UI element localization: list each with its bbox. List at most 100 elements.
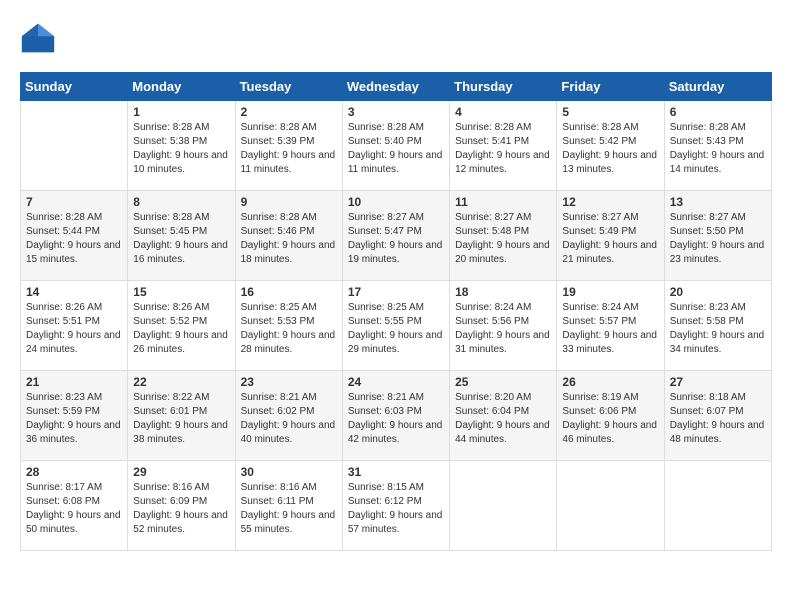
day-info: Sunrise: 8:24 AMSunset: 5:57 PMDaylight:…	[562, 301, 658, 357]
day-cell: 28 Sunrise: 8:17 AMSunset: 6:08 PMDaylig…	[21, 461, 128, 551]
day-cell: 18 Sunrise: 8:24 AMSunset: 5:56 PMDaylig…	[450, 281, 557, 371]
day-info: Sunrise: 8:28 AMSunset: 5:39 PMDaylight:…	[241, 121, 337, 177]
day-info: Sunrise: 8:28 AMSunset: 5:43 PMDaylight:…	[670, 121, 766, 177]
day-info: Sunrise: 8:28 AMSunset: 5:41 PMDaylight:…	[455, 121, 551, 177]
day-cell: 15 Sunrise: 8:26 AMSunset: 5:52 PMDaylig…	[128, 281, 235, 371]
day-cell: 27 Sunrise: 8:18 AMSunset: 6:07 PMDaylig…	[664, 371, 771, 461]
header-row: SundayMondayTuesdayWednesdayThursdayFrid…	[21, 73, 772, 101]
day-number: 14	[26, 285, 122, 299]
column-header-sunday: Sunday	[21, 73, 128, 101]
day-cell: 17 Sunrise: 8:25 AMSunset: 5:55 PMDaylig…	[342, 281, 449, 371]
day-cell: 26 Sunrise: 8:19 AMSunset: 6:06 PMDaylig…	[557, 371, 664, 461]
day-info: Sunrise: 8:22 AMSunset: 6:01 PMDaylight:…	[133, 391, 229, 447]
day-info: Sunrise: 8:23 AMSunset: 5:59 PMDaylight:…	[26, 391, 122, 447]
day-cell: 14 Sunrise: 8:26 AMSunset: 5:51 PMDaylig…	[21, 281, 128, 371]
column-header-tuesday: Tuesday	[235, 73, 342, 101]
day-number: 21	[26, 375, 122, 389]
day-info: Sunrise: 8:28 AMSunset: 5:45 PMDaylight:…	[133, 211, 229, 267]
day-number: 19	[562, 285, 658, 299]
day-cell: 4 Sunrise: 8:28 AMSunset: 5:41 PMDayligh…	[450, 101, 557, 191]
day-number: 5	[562, 105, 658, 119]
day-number: 9	[241, 195, 337, 209]
column-header-monday: Monday	[128, 73, 235, 101]
day-info: Sunrise: 8:21 AMSunset: 6:03 PMDaylight:…	[348, 391, 444, 447]
day-cell: 9 Sunrise: 8:28 AMSunset: 5:46 PMDayligh…	[235, 191, 342, 281]
week-row-2: 7 Sunrise: 8:28 AMSunset: 5:44 PMDayligh…	[21, 191, 772, 281]
day-cell: 5 Sunrise: 8:28 AMSunset: 5:42 PMDayligh…	[557, 101, 664, 191]
day-info: Sunrise: 8:25 AMSunset: 5:53 PMDaylight:…	[241, 301, 337, 357]
day-info: Sunrise: 8:25 AMSunset: 5:55 PMDaylight:…	[348, 301, 444, 357]
day-cell: 22 Sunrise: 8:22 AMSunset: 6:01 PMDaylig…	[128, 371, 235, 461]
column-header-thursday: Thursday	[450, 73, 557, 101]
day-info: Sunrise: 8:27 AMSunset: 5:47 PMDaylight:…	[348, 211, 444, 267]
day-number: 6	[670, 105, 766, 119]
day-info: Sunrise: 8:26 AMSunset: 5:52 PMDaylight:…	[133, 301, 229, 357]
day-number: 28	[26, 465, 122, 479]
week-row-1: 1 Sunrise: 8:28 AMSunset: 5:38 PMDayligh…	[21, 101, 772, 191]
column-header-wednesday: Wednesday	[342, 73, 449, 101]
day-number: 13	[670, 195, 766, 209]
week-row-5: 28 Sunrise: 8:17 AMSunset: 6:08 PMDaylig…	[21, 461, 772, 551]
day-info: Sunrise: 8:18 AMSunset: 6:07 PMDaylight:…	[670, 391, 766, 447]
column-header-saturday: Saturday	[664, 73, 771, 101]
day-number: 24	[348, 375, 444, 389]
day-number: 3	[348, 105, 444, 119]
week-row-3: 14 Sunrise: 8:26 AMSunset: 5:51 PMDaylig…	[21, 281, 772, 371]
day-number: 10	[348, 195, 444, 209]
day-info: Sunrise: 8:23 AMSunset: 5:58 PMDaylight:…	[670, 301, 766, 357]
day-number: 11	[455, 195, 551, 209]
day-info: Sunrise: 8:27 AMSunset: 5:49 PMDaylight:…	[562, 211, 658, 267]
week-row-4: 21 Sunrise: 8:23 AMSunset: 5:59 PMDaylig…	[21, 371, 772, 461]
day-info: Sunrise: 8:28 AMSunset: 5:38 PMDaylight:…	[133, 121, 229, 177]
day-number: 17	[348, 285, 444, 299]
day-cell: 29 Sunrise: 8:16 AMSunset: 6:09 PMDaylig…	[128, 461, 235, 551]
day-number: 22	[133, 375, 229, 389]
header	[20, 20, 772, 56]
day-cell: 12 Sunrise: 8:27 AMSunset: 5:49 PMDaylig…	[557, 191, 664, 281]
day-info: Sunrise: 8:17 AMSunset: 6:08 PMDaylight:…	[26, 481, 122, 537]
day-cell	[21, 101, 128, 191]
day-number: 2	[241, 105, 337, 119]
day-number: 30	[241, 465, 337, 479]
day-info: Sunrise: 8:27 AMSunset: 5:48 PMDaylight:…	[455, 211, 551, 267]
day-cell: 1 Sunrise: 8:28 AMSunset: 5:38 PMDayligh…	[128, 101, 235, 191]
day-number: 8	[133, 195, 229, 209]
day-info: Sunrise: 8:27 AMSunset: 5:50 PMDaylight:…	[670, 211, 766, 267]
column-header-friday: Friday	[557, 73, 664, 101]
calendar-table: SundayMondayTuesdayWednesdayThursdayFrid…	[20, 72, 772, 551]
logo-icon	[20, 20, 56, 56]
day-cell: 19 Sunrise: 8:24 AMSunset: 5:57 PMDaylig…	[557, 281, 664, 371]
logo	[20, 20, 60, 56]
day-cell: 24 Sunrise: 8:21 AMSunset: 6:03 PMDaylig…	[342, 371, 449, 461]
day-number: 16	[241, 285, 337, 299]
day-cell	[450, 461, 557, 551]
day-info: Sunrise: 8:20 AMSunset: 6:04 PMDaylight:…	[455, 391, 551, 447]
day-info: Sunrise: 8:28 AMSunset: 5:42 PMDaylight:…	[562, 121, 658, 177]
day-cell: 3 Sunrise: 8:28 AMSunset: 5:40 PMDayligh…	[342, 101, 449, 191]
day-info: Sunrise: 8:21 AMSunset: 6:02 PMDaylight:…	[241, 391, 337, 447]
day-info: Sunrise: 8:28 AMSunset: 5:40 PMDaylight:…	[348, 121, 444, 177]
day-number: 4	[455, 105, 551, 119]
day-cell: 8 Sunrise: 8:28 AMSunset: 5:45 PMDayligh…	[128, 191, 235, 281]
day-number: 1	[133, 105, 229, 119]
day-info: Sunrise: 8:19 AMSunset: 6:06 PMDaylight:…	[562, 391, 658, 447]
day-number: 29	[133, 465, 229, 479]
day-number: 20	[670, 285, 766, 299]
day-number: 23	[241, 375, 337, 389]
day-cell: 10 Sunrise: 8:27 AMSunset: 5:47 PMDaylig…	[342, 191, 449, 281]
day-number: 15	[133, 285, 229, 299]
day-info: Sunrise: 8:24 AMSunset: 5:56 PMDaylight:…	[455, 301, 551, 357]
day-info: Sunrise: 8:28 AMSunset: 5:46 PMDaylight:…	[241, 211, 337, 267]
day-cell: 2 Sunrise: 8:28 AMSunset: 5:39 PMDayligh…	[235, 101, 342, 191]
day-cell: 11 Sunrise: 8:27 AMSunset: 5:48 PMDaylig…	[450, 191, 557, 281]
day-info: Sunrise: 8:16 AMSunset: 6:11 PMDaylight:…	[241, 481, 337, 537]
day-info: Sunrise: 8:26 AMSunset: 5:51 PMDaylight:…	[26, 301, 122, 357]
day-number: 31	[348, 465, 444, 479]
day-info: Sunrise: 8:16 AMSunset: 6:09 PMDaylight:…	[133, 481, 229, 537]
day-number: 27	[670, 375, 766, 389]
day-cell: 23 Sunrise: 8:21 AMSunset: 6:02 PMDaylig…	[235, 371, 342, 461]
day-cell: 21 Sunrise: 8:23 AMSunset: 5:59 PMDaylig…	[21, 371, 128, 461]
day-number: 26	[562, 375, 658, 389]
day-cell: 13 Sunrise: 8:27 AMSunset: 5:50 PMDaylig…	[664, 191, 771, 281]
day-cell: 7 Sunrise: 8:28 AMSunset: 5:44 PMDayligh…	[21, 191, 128, 281]
